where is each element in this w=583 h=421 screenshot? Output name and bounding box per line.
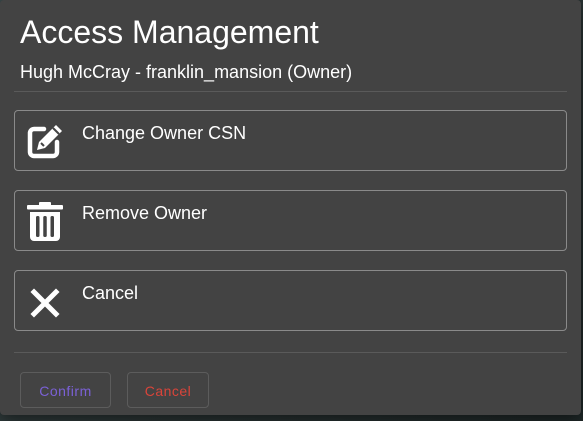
change-owner-csn-label: Change Owner CSN (82, 123, 247, 143)
close-icon (30, 288, 60, 318)
header-divider (14, 91, 567, 92)
cancel-option[interactable]: Cancel (14, 270, 567, 331)
dialog-subtitle: Hugh McCray - franklin_mansion (Owner) (20, 62, 353, 82)
footer-divider (14, 352, 567, 353)
remove-owner-label: Remove Owner (82, 203, 208, 223)
cancel-option-label: Cancel (82, 283, 139, 303)
access-management-dialog: Access Management Hugh McCray - franklin… (0, 0, 581, 415)
edit-icon (27, 125, 62, 159)
cancel-button[interactable]: Cancel (127, 372, 209, 408)
dialog-title: Access Management (20, 14, 319, 50)
confirm-button[interactable]: Confirm (20, 372, 111, 408)
trash-icon (27, 202, 63, 241)
remove-owner-option[interactable]: Remove Owner (14, 190, 567, 251)
change-owner-csn-option[interactable]: Change Owner CSN (14, 110, 567, 171)
